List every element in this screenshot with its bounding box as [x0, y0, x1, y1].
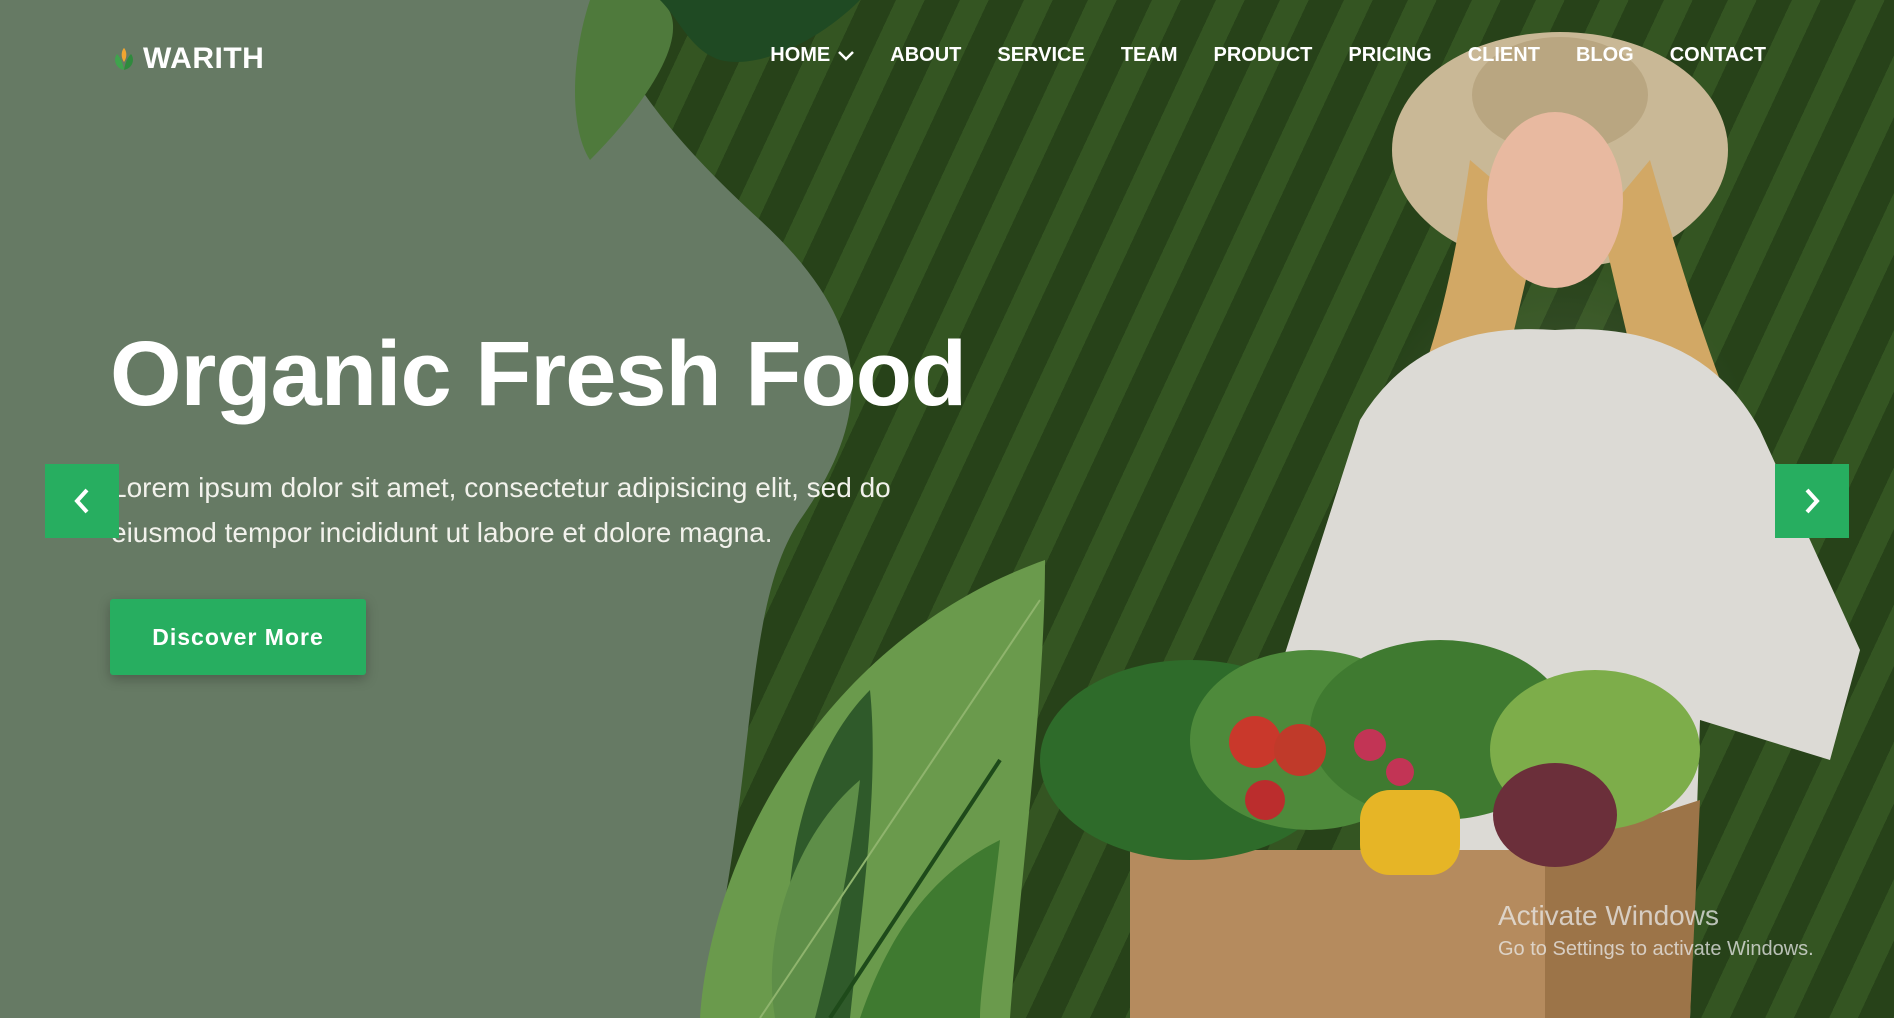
chevron-left-icon — [74, 488, 89, 514]
hero-description: Lorem ipsum dolor sit amet, consectetur … — [111, 472, 891, 548]
nav-item-label: BLOG — [1575, 44, 1634, 66]
nav-item-product[interactable]: PRODUCT — [1195, 44, 1330, 67]
brand-name: WARITH — [143, 42, 265, 75]
nav-item-blog[interactable]: BLOG — [1558, 44, 1652, 67]
hero-section: WARITH HOME ABOUT SERVICE TEAM PRODUCT P… — [0, 0, 1894, 1018]
chevron-right-icon — [1805, 488, 1820, 514]
nav-item-label: PRICING — [1348, 44, 1432, 66]
windows-activation-watermark: Activate Windows Go to Settings to activ… — [1498, 900, 1814, 961]
main-navigation: HOME ABOUT SERVICE TEAM PRODUCT PRICING … — [752, 44, 1784, 67]
nav-item-label: TEAM — [1120, 44, 1178, 66]
nav-item-label: CONTACT — [1669, 44, 1766, 66]
nav-item-label: PRODUCT — [1213, 44, 1313, 66]
nav-item-label: CLIENT — [1467, 44, 1540, 66]
leaf-logo-icon — [115, 48, 133, 70]
nav-item-contact[interactable]: CONTACT — [1652, 44, 1784, 67]
slider-next-button[interactable] — [1775, 464, 1849, 538]
watermark-subtitle: Go to Settings to activate Windows. — [1498, 938, 1814, 960]
slider-prev-button[interactable] — [45, 464, 119, 538]
nav-item-label: SERVICE — [997, 44, 1085, 66]
nav-item-service[interactable]: SERVICE — [979, 44, 1102, 67]
brand-logo[interactable]: WARITH — [111, 42, 264, 76]
nav-item-home[interactable]: HOME — [752, 44, 872, 67]
nav-item-label: ABOUT — [890, 44, 962, 66]
nav-item-team[interactable]: TEAM — [1103, 44, 1196, 67]
chevron-down-icon — [838, 50, 855, 61]
nav-item-pricing[interactable]: PRICING — [1330, 44, 1449, 67]
nav-item-about[interactable]: ABOUT — [872, 44, 979, 67]
nav-item-client[interactable]: CLIENT — [1450, 44, 1558, 67]
hero-title: Organic Fresh Food — [110, 323, 967, 425]
nav-item-label: HOME — [770, 44, 831, 66]
discover-more-button[interactable]: Discover More — [110, 599, 366, 675]
watermark-title: Activate Windows — [1498, 900, 1719, 931]
